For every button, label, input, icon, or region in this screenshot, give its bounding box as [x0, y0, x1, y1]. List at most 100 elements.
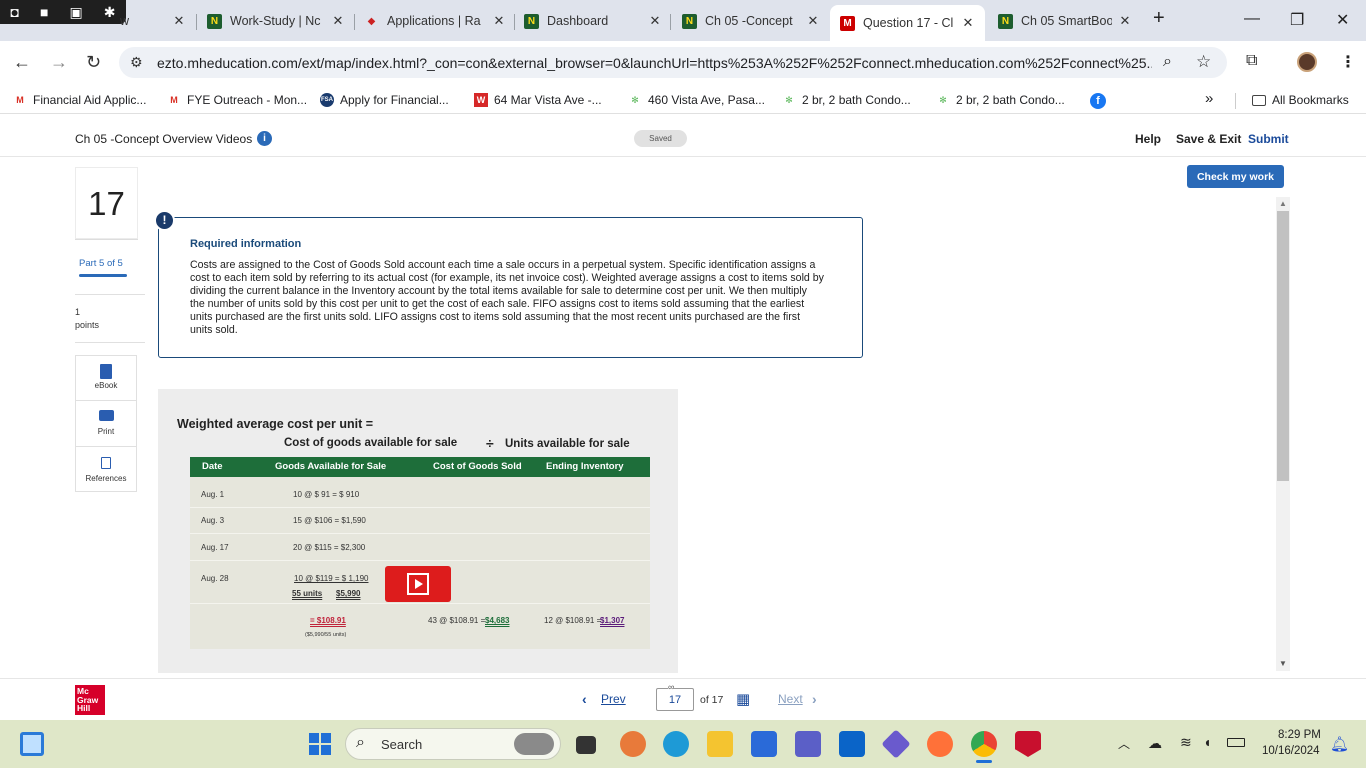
row-goods: 15 @ $106 = $1,590 — [293, 516, 366, 525]
close-icon[interactable]: ✕ — [492, 13, 506, 29]
next-chevron-icon[interactable]: › — [812, 691, 817, 707]
scroll-down-arrow[interactable]: ▼ — [1279, 659, 1287, 668]
page-input[interactable]: 17 — [656, 688, 694, 711]
snip-toolbar[interactable]: ◘ ■ ▣ ✱ — [0, 0, 126, 24]
play-button[interactable] — [385, 566, 451, 602]
ending-prefix: 12 @ $108.91 = — [544, 616, 602, 625]
firefox-icon[interactable] — [927, 731, 953, 757]
close-icon[interactable]: ✕ — [331, 13, 345, 29]
start-icon[interactable] — [309, 733, 331, 755]
part-label[interactable]: Part 5 of 5 — [79, 258, 123, 269]
video-subheading-right: Units available for sale — [505, 438, 630, 450]
tray-chevron-icon[interactable]: ︿ — [1118, 735, 1130, 752]
scroll-up-arrow[interactable]: ▲ — [1279, 199, 1287, 208]
new-tab-button[interactable]: + — [1153, 7, 1165, 30]
print-button[interactable]: Print — [76, 401, 136, 447]
column-header: Date — [202, 461, 223, 472]
bookmark-3[interactable]: W 64 Mar Vista Ave -... — [474, 93, 602, 107]
volume-icon[interactable]: ◖ — [1203, 734, 1211, 750]
close-icon[interactable]: ✕ — [648, 13, 662, 29]
teams-icon[interactable] — [795, 731, 821, 757]
bookmark-facebook[interactable]: f — [1090, 93, 1112, 109]
store-icon[interactable] — [751, 731, 777, 757]
submit-link[interactable]: Submit — [1248, 132, 1289, 146]
tab-6[interactable]: N Ch 05 SmartBoo ✕ — [998, 8, 1132, 34]
close-icon[interactable]: ✕ — [806, 13, 820, 29]
clock-date[interactable]: 10/16/2024 — [1262, 745, 1320, 757]
bookmark-4[interactable]: ✻ 460 Vista Ave, Pasa... — [628, 93, 765, 107]
menu-icon[interactable]: ⋮ — [1340, 52, 1356, 72]
grid-view-icon[interactable]: ▦ — [736, 690, 750, 708]
info-title: Required information — [190, 238, 302, 250]
scroll-thumb[interactable] — [1277, 211, 1289, 481]
row-date: Aug. 1 — [201, 490, 225, 499]
save-exit-link[interactable]: Save & Exit — [1176, 132, 1241, 146]
taskbar-search[interactable]: ⌕ Search — [345, 728, 561, 760]
bookmark-1[interactable]: M FYE Outreach - Mon... — [167, 93, 307, 107]
star-icon[interactable]: ☆ — [1196, 52, 1211, 72]
avg-result: = $108.91 — [310, 616, 346, 625]
tab-4[interactable]: N Ch 05 -Concept ✕ — [682, 8, 820, 34]
ebook-button[interactable]: eBook — [76, 356, 136, 401]
zoom-icon[interactable]: ⌕ — [1163, 53, 1172, 71]
video-icon[interactable]: ■ — [40, 4, 48, 20]
bookmarks-bar: M Financial Aid Applic... M FYE Outreach… — [0, 86, 1366, 114]
file-explorer-icon[interactable] — [707, 731, 733, 757]
help-link[interactable]: Help — [1135, 132, 1161, 146]
extensions-icon[interactable]: ⧉ — [1246, 52, 1257, 70]
back-icon[interactable]: ← — [13, 52, 31, 73]
fsa-icon: FSA — [320, 93, 334, 107]
close-icon[interactable]: ✕ — [1118, 13, 1132, 29]
copy-icon — [101, 457, 111, 469]
notification-bell-icon[interactable]: 🔔︎ — [1330, 735, 1349, 753]
bookmark-2[interactable]: FSA Apply for Financial... — [320, 93, 449, 107]
part-progress — [79, 274, 127, 277]
widgets-icon[interactable] — [20, 732, 44, 756]
taskview-icon[interactable] — [576, 736, 596, 754]
minimize-button[interactable]: — — [1244, 10, 1260, 28]
outlook-icon[interactable] — [839, 731, 865, 757]
forward-icon[interactable]: → — [50, 52, 68, 73]
tab-3[interactable]: N Dashboard ✕ — [524, 8, 662, 34]
scrollbar[interactable]: ▲ ▼ — [1276, 197, 1290, 671]
next-link[interactable]: Next — [778, 692, 803, 706]
points-label: points — [75, 320, 100, 330]
tab-5-active[interactable]: M Question 17 - Cl ✕ — [830, 5, 985, 41]
row-date: Aug. 17 — [201, 543, 229, 552]
gear-icon[interactable]: ✱ — [104, 4, 116, 21]
chrome-icon[interactable] — [971, 731, 997, 757]
copilot-icon[interactable] — [620, 731, 646, 757]
close-icon[interactable]: ✕ — [961, 15, 975, 31]
reload-icon[interactable]: ↻ — [86, 52, 101, 73]
book-icon — [100, 364, 112, 379]
bookmark-5[interactable]: ✻ 2 br, 2 bath Condo... — [782, 93, 911, 107]
tab-1[interactable]: N Work-Study | Nc ✕ — [207, 8, 345, 34]
url-text[interactable]: ezto.mheducation.com/ext/map/index.html?… — [157, 55, 1152, 71]
cogs-prefix: 43 @ $108.91 = — [428, 616, 486, 625]
close-window-button[interactable]: ✕ — [1336, 10, 1349, 30]
camera-icon[interactable]: ◘ — [11, 4, 19, 20]
profile-avatar[interactable] — [1297, 52, 1317, 72]
tab-2[interactable]: ◆ Applications | Ra ✕ — [364, 8, 506, 34]
clock-time[interactable]: 8:29 PM — [1278, 729, 1321, 741]
edge-icon[interactable] — [663, 731, 689, 757]
bookmark-6[interactable]: ✻ 2 br, 2 bath Condo... — [936, 93, 1065, 107]
window-icon[interactable]: ▣ — [69, 4, 82, 21]
restore-button[interactable]: ❐ — [1290, 10, 1304, 30]
wifi-icon[interactable]: ≋ — [1180, 734, 1192, 751]
bookmark-0[interactable]: M Financial Aid Applic... — [13, 93, 146, 107]
tab-0[interactable]: w ✕ — [120, 8, 186, 34]
check-my-work-button[interactable]: Check my work — [1187, 165, 1284, 188]
prev-chevron-icon[interactable]: ‹ — [582, 691, 587, 707]
site-info-icon[interactable]: ⚙ — [130, 54, 143, 71]
print-icon — [99, 410, 114, 421]
battery-icon[interactable] — [1227, 738, 1245, 747]
onedrive-icon[interactable]: ☁ — [1148, 735, 1162, 752]
info-icon[interactable]: i — [257, 131, 272, 146]
all-bookmarks[interactable]: All Bookmarks — [1252, 93, 1349, 107]
bookmarks-overflow[interactable]: » — [1205, 90, 1213, 107]
references-button[interactable]: References — [76, 447, 136, 492]
close-icon[interactable]: ✕ — [172, 13, 186, 29]
row-date: Aug. 3 — [201, 516, 225, 525]
prev-link[interactable]: Prev — [601, 692, 626, 706]
